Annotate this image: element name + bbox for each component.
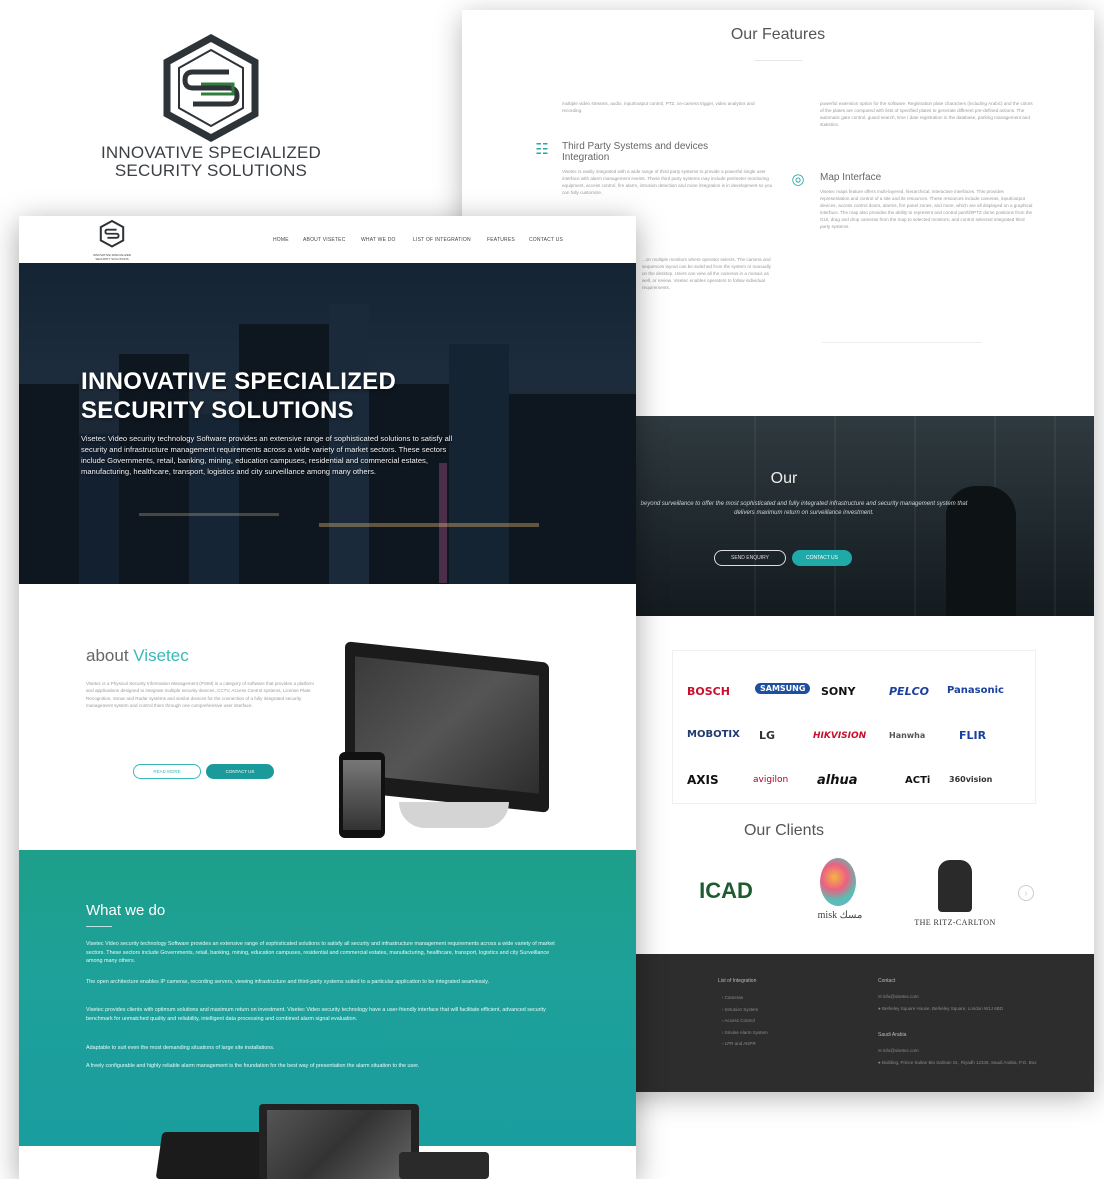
front-page-screenshot: INNOVATIVE SPECIALIZED SECURITY SOLUTION… <box>19 216 636 1179</box>
monitor-phone-image <box>339 641 549 842</box>
hero-text: Visetec Video security technology Softwa… <box>81 434 453 476</box>
cta-banner: Our beyond surveillance to offer the mos… <box>634 416 1094 616</box>
send-enquiry-button[interactable]: SEND ENQUIRY <box>714 550 786 566</box>
footer-link[interactable]: › LPR and ANPR <box>722 1038 768 1050</box>
what-we-do-paragraph: Adaptable to suit even the most demandin… <box>86 1045 275 1051</box>
partner-logo: Hanwha <box>889 731 926 740</box>
banner-contact-button[interactable]: CONTACT US <box>792 550 852 566</box>
misk-tree-icon <box>820 858 856 906</box>
what-we-do-paragraph: A freely configurable and highly reliabl… <box>86 1063 420 1069</box>
nav-about[interactable]: ABOUT VISETEC <box>303 237 346 243</box>
footer-link[interactable]: › Access Control <box>722 1015 768 1027</box>
partner-logo: SAMSUNG <box>755 683 811 694</box>
what-we-do-paragraph: Visetec Video security technology Softwa… <box>86 941 555 965</box>
about-contact-button[interactable]: CONTACT US <box>206 764 274 779</box>
shield-hexagon-logo-icon <box>163 34 259 142</box>
brand-logo: INNOVATIVE SPECIALIZED SECURITY SOLUTION… <box>96 34 326 180</box>
footer-integration-title: List of Integration <box>718 978 757 984</box>
network-icon: ☷ <box>535 141 549 158</box>
shield-hexagon-logo-icon <box>99 219 125 248</box>
globe-icon: ◎ <box>791 171 805 188</box>
footer-integration-list: › Cameras › Intrusion System › Access Co… <box>722 992 768 1050</box>
client-logo: ICAD <box>699 878 753 903</box>
what-we-do-section: What we do Visetec Video security techno… <box>19 850 636 1146</box>
footer-link[interactable]: › Intrusion System <box>722 1004 768 1016</box>
what-we-do-title: What we do <box>86 902 166 919</box>
nav-logo-caption: INNOVATIVE SPECIALIZED SECURITY SOLUTION… <box>92 253 132 261</box>
partner-logo: SONY <box>821 685 856 698</box>
footer-sa-title: Saudi Arabia <box>878 1032 907 1038</box>
lion-crest-icon <box>938 860 972 912</box>
partner-logos: BOSCH SAMSUNG SONY PELCO Panasonic MOBOT… <box>672 650 1036 804</box>
features-title: Our Features <box>730 26 826 43</box>
hero-title: INNOVATIVE SPECIALIZED SECURITY SOLUTION… <box>81 368 397 424</box>
features-left-bottom: ...on multiple monitors where operator s… <box>642 257 771 290</box>
partner-logo: 360vision <box>949 775 993 784</box>
carousel-next-icon[interactable]: › <box>1018 885 1034 901</box>
hero-section: INNOVATIVE SPECIALIZED SECURITY SOLUTION… <box>19 263 636 584</box>
title-underline <box>754 60 802 61</box>
nav-logo[interactable]: INNOVATIVE SPECIALIZED SECURITY SOLUTION… <box>85 219 139 261</box>
nav-home[interactable]: HOME <box>273 237 289 243</box>
partner-logo: alhua <box>817 773 858 788</box>
about-text: Visetec is a Physical Security Informati… <box>86 681 314 709</box>
footer-sa-address: ● Building, Prince Sultan Bin Salman St.… <box>878 1060 1037 1065</box>
feature-map-title: Map Interface <box>820 172 882 183</box>
partner-logo: HIKVISION <box>813 731 867 741</box>
what-we-do-paragraph: Visetec provides clients with optimum so… <box>86 1007 546 1022</box>
brand-line-1: INNOVATIVE SPECIALIZED <box>100 143 322 162</box>
client-logo: misk مسك <box>817 910 863 921</box>
banner-subtitle: beyond surveillance to offer the most so… <box>640 501 968 516</box>
brand-line-2: SECURITY SOLUTIONS <box>114 161 308 180</box>
clients-title: Our Clients <box>743 822 825 839</box>
partner-logo: ACTi <box>905 775 931 786</box>
features-left-intro: multiple video streams, audio, input/out… <box>562 101 755 113</box>
partner-logo: Panasonic <box>947 685 1004 696</box>
about-title: about Visetec <box>86 646 189 665</box>
partner-logo: LG <box>759 729 776 742</box>
divider <box>822 342 982 343</box>
feature-map-text: Visetec maps feature offers multi-layere… <box>820 189 1033 229</box>
nav-contact[interactable]: CONTACT US <box>529 237 563 243</box>
footer: List of Integration › Cameras › Intrusio… <box>634 954 1094 1092</box>
footer-uk-address: ● Berkeley Square House, Berkeley Square… <box>878 1006 1004 1011</box>
partner-logo: BOSCH <box>687 685 730 698</box>
partner-logo: FLIR <box>959 729 987 742</box>
partner-logo: MOBOTIX <box>687 729 740 740</box>
devices-image <box>155 1104 509 1179</box>
partner-logo: avigilon <box>753 775 789 785</box>
top-navigation: INNOVATIVE SPECIALIZED SECURITY SOLUTION… <box>19 216 636 263</box>
client-logo: THE RITZ-CARLTON <box>914 918 996 927</box>
partner-logo: PELCO <box>889 685 930 698</box>
banner-title: Our <box>770 470 798 487</box>
nav-what-we-do[interactable]: WHAT WE DO <box>361 237 396 243</box>
what-we-do-paragraph: The open architecture enables IP cameras… <box>86 979 490 985</box>
footer-contact-title: Contact <box>878 978 896 984</box>
about-section: about Visetec Visetec is a Physical Secu… <box>19 584 636 850</box>
footer-uk-email[interactable]: ✉ info@visetec.com <box>878 994 1038 1001</box>
nav-integration[interactable]: LIST OF INTEGRATION <box>413 237 471 243</box>
features-right-intro: powerful extension option for the softwa… <box>820 101 1033 127</box>
footer-link[interactable]: › Smoke Alarm System <box>722 1027 768 1039</box>
footer-sa-email[interactable]: ✉ info@visetec.com <box>878 1048 1038 1055</box>
feature-third-party-text: Visetec is easily integrated with a wide… <box>562 169 773 195</box>
title-underline <box>86 926 112 927</box>
nav-features[interactable]: FEATURES <box>487 237 515 243</box>
partner-logo: AXIS <box>687 773 719 787</box>
read-more-button[interactable]: READ MORE <box>133 764 201 779</box>
footer-link[interactable]: › Cameras <box>722 992 768 1004</box>
feature-third-party-title: Third Party Systems and devices Integrat… <box>562 141 709 163</box>
